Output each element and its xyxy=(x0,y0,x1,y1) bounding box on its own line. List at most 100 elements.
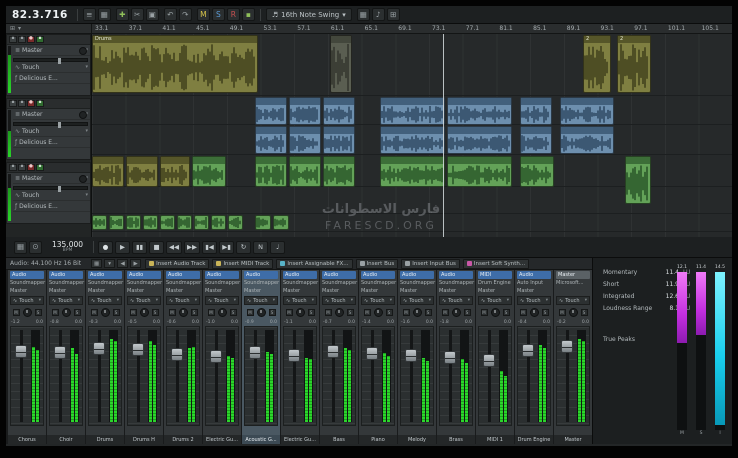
audio-clip[interactable] xyxy=(289,126,321,154)
mixer-strip[interactable]: AudioSoundmapperMaster∿Touch▾MS-1.60.0Me… xyxy=(398,270,436,444)
mute-button[interactable]: M xyxy=(325,309,332,316)
pan-knob[interactable] xyxy=(374,308,383,317)
audio-clip[interactable] xyxy=(560,97,614,125)
track-fx-slot[interactable]: ƒDelicious E... xyxy=(13,73,90,84)
solo-button[interactable]: S xyxy=(581,309,588,316)
mixer-header-icon[interactable]: ▦ xyxy=(91,259,102,268)
track-mini-button[interactable]: ▪ xyxy=(9,164,17,171)
audio-clip[interactable] xyxy=(109,215,124,230)
audio-clip[interactable] xyxy=(520,156,554,187)
go-to-end-button[interactable]: ▶▮ xyxy=(219,241,234,254)
toolbar-icon[interactable]: ♪ xyxy=(372,8,385,21)
fader-handle[interactable] xyxy=(93,342,105,355)
strip-automation-selector[interactable]: ∿Touch▾ xyxy=(205,296,239,305)
track-mini-button[interactable]: ▪ xyxy=(18,36,26,43)
solo-button[interactable]: S xyxy=(35,309,42,316)
toolbar-icon[interactable]: ▦ xyxy=(357,8,370,21)
audio-clip[interactable] xyxy=(273,215,289,230)
pan-knob[interactable] xyxy=(335,308,344,317)
strip-automation-selector[interactable]: ∿Touch▾ xyxy=(556,296,590,305)
solo-button[interactable]: S xyxy=(347,309,354,316)
pan-knob[interactable] xyxy=(179,308,188,317)
forward-button[interactable]: ▶▶ xyxy=(184,241,200,254)
pan-knob[interactable] xyxy=(491,308,500,317)
strip-automation-selector[interactable]: ∿Touch▾ xyxy=(127,296,161,305)
pan-knob[interactable] xyxy=(23,308,32,317)
mixer-strip[interactable]: AudioSoundmapperMaster∿Touch▾MS-1.10.0El… xyxy=(281,270,319,444)
solo-button[interactable]: S xyxy=(425,309,432,316)
transport-mode-icon[interactable]: ▦ xyxy=(14,241,27,254)
insert-button[interactable]: Insert Input Bus xyxy=(401,259,460,269)
ruler-corner-icon[interactable]: ⊞ xyxy=(10,25,15,32)
playhead-cursor[interactable] xyxy=(443,34,444,237)
solo-button[interactable]: S xyxy=(74,309,81,316)
pan-knob[interactable] xyxy=(257,308,266,317)
audio-clip[interactable] xyxy=(92,215,107,230)
mute-button[interactable]: M xyxy=(169,309,176,316)
audio-clip[interactable] xyxy=(255,126,287,154)
audio-clip[interactable] xyxy=(126,156,158,187)
audio-clip[interactable] xyxy=(289,97,321,125)
track-volume-slider[interactable] xyxy=(13,186,88,190)
audio-clip[interactable] xyxy=(380,156,445,187)
mixer-header-icon[interactable]: ▾ xyxy=(104,259,115,268)
toolbar-icon[interactable]: M xyxy=(197,8,210,21)
strip-automation-selector[interactable]: ∿Touch▾ xyxy=(400,296,434,305)
audio-clip[interactable] xyxy=(160,156,190,187)
mixer-strip[interactable]: AudioSoundmapperMaster∿Touch▾MS-1.80.0Br… xyxy=(437,270,475,444)
track-header[interactable]: ▪▪●▪≣Master▾∿Touch▾ƒDelicious E... xyxy=(6,98,91,160)
track-automation-selector[interactable]: ∿Touch▾ xyxy=(13,190,90,201)
toolbar-icon[interactable]: ▣ xyxy=(146,8,159,21)
audio-clip[interactable] xyxy=(228,215,243,230)
fader-handle[interactable] xyxy=(54,346,66,359)
fader-handle[interactable] xyxy=(327,345,339,358)
fader-handle[interactable] xyxy=(561,340,573,353)
audio-clip[interactable]: 2 xyxy=(617,35,651,93)
mute-button[interactable]: M xyxy=(286,309,293,316)
mute-button[interactable]: M xyxy=(130,309,137,316)
strip-automation-selector[interactable]: ∿Touch▾ xyxy=(478,296,512,305)
audio-clip[interactable] xyxy=(92,156,124,187)
loop-button[interactable]: ↻ xyxy=(236,241,251,254)
audio-clip[interactable] xyxy=(380,97,445,125)
audio-clip[interactable] xyxy=(447,97,512,125)
audio-clip[interactable] xyxy=(380,126,445,154)
audio-clip[interactable] xyxy=(255,97,287,125)
toolbar-icon[interactable]: ↶ xyxy=(164,8,177,21)
audio-clip[interactable] xyxy=(520,97,552,125)
mixer-header-icon[interactable]: ▶ xyxy=(130,259,141,268)
fader-handle[interactable] xyxy=(132,343,144,356)
solo-button[interactable]: S xyxy=(503,309,510,316)
solo-button[interactable]: S xyxy=(464,309,471,316)
mute-button[interactable]: M xyxy=(520,309,527,316)
record-arm-button[interactable]: ● xyxy=(27,100,35,107)
audio-clip[interactable] xyxy=(447,126,512,154)
pan-knob[interactable] xyxy=(569,308,578,317)
mute-button[interactable]: M xyxy=(559,309,566,316)
solo-button[interactable]: S xyxy=(308,309,315,316)
mute-button[interactable]: M xyxy=(481,309,488,316)
mixer-strip[interactable]: AudioSoundmapperMaster∿Touch▾MS-0.50.0Dr… xyxy=(125,270,163,444)
toolbar-icon[interactable]: ⊞ xyxy=(387,8,400,21)
pause-button[interactable]: ▮▮ xyxy=(132,241,147,254)
snap-button[interactable]: N xyxy=(253,241,268,254)
track-pan-knob[interactable] xyxy=(79,175,87,183)
audio-clip[interactable] xyxy=(330,35,352,93)
strip-automation-selector[interactable]: ∿Touch▾ xyxy=(88,296,122,305)
track-mini-button[interactable]: ▪ xyxy=(18,164,26,171)
track-pan-knob[interactable] xyxy=(79,47,87,55)
solo-button[interactable]: S xyxy=(269,309,276,316)
insert-button[interactable]: Insert Soft Synth... xyxy=(463,259,529,269)
stop-button[interactable]: ■ xyxy=(149,241,164,254)
track-mini-button[interactable]: ▪ xyxy=(9,36,17,43)
audio-clip[interactable] xyxy=(447,156,512,187)
tempo-display[interactable]: 135.000 BPM xyxy=(52,241,83,254)
input-echo-button[interactable]: ▪ xyxy=(36,100,44,107)
play-button[interactable]: ▶ xyxy=(115,241,130,254)
fader-handle[interactable] xyxy=(210,350,222,363)
audio-clip[interactable]: Drums xyxy=(92,35,258,93)
audio-clip[interactable] xyxy=(560,126,614,154)
mixer-strip[interactable]: AudioSoundmapperMaster∿Touch▾MS-0.80.0Ch… xyxy=(47,270,85,444)
transport-mode-icon[interactable]: ⊙ xyxy=(29,241,42,254)
arrange-area[interactable]: Drums22 xyxy=(92,34,732,237)
